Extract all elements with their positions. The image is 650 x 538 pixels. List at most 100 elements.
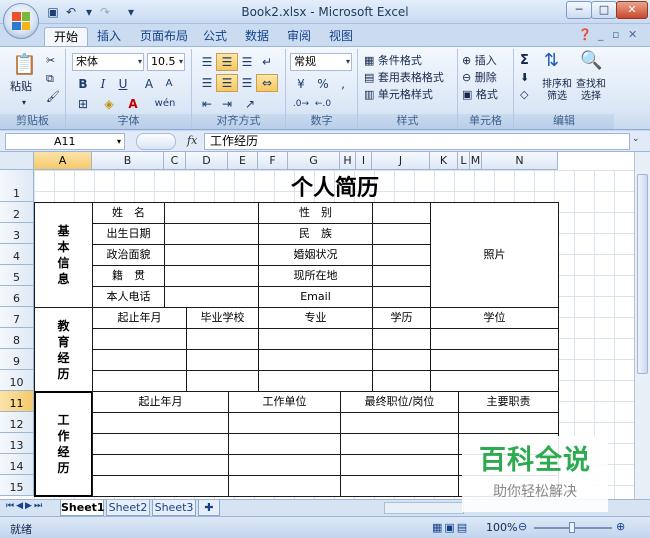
row-header-12[interactable]: 12: [0, 412, 34, 433]
work-company-cell[interactable]: [228, 475, 341, 497]
merge-center-icon[interactable]: ⇔: [256, 74, 278, 92]
edu-major-header[interactable]: 专业: [258, 307, 373, 329]
align-middle-icon[interactable]: ☰: [216, 53, 238, 71]
copy-icon[interactable]: ⧉: [46, 71, 54, 87]
work-company-cell[interactable]: [228, 433, 341, 455]
birth-label[interactable]: 出生日期: [92, 223, 165, 245]
fill-color-icon[interactable]: ◈: [98, 95, 120, 113]
education-header[interactable]: 教育经历: [34, 307, 93, 392]
formula-input[interactable]: 工作经历: [204, 133, 630, 150]
column-header-n[interactable]: N: [482, 152, 558, 170]
column-header-h[interactable]: H: [340, 152, 356, 170]
tab-insert[interactable]: 插入: [92, 27, 126, 46]
fill-icon[interactable]: ⬇: [520, 70, 529, 86]
tab-data[interactable]: 数据: [240, 27, 274, 46]
formula-cancel-enter-icon[interactable]: [136, 133, 176, 150]
location-value[interactable]: [372, 265, 431, 287]
row-header-15[interactable]: 15: [0, 475, 34, 496]
edu-period-cell[interactable]: [92, 328, 187, 350]
phone-value[interactable]: [164, 286, 259, 308]
office-button[interactable]: [3, 3, 39, 39]
edu-degree-cell[interactable]: [372, 349, 431, 371]
resume-title[interactable]: 个人简历: [235, 172, 435, 204]
row-header-13[interactable]: 13: [0, 433, 34, 454]
paste-dropdown-icon[interactable]: ▾: [22, 95, 26, 111]
paste-icon[interactable]: 📋: [12, 53, 37, 75]
row-header-2[interactable]: 2: [0, 202, 34, 223]
work-period-cell[interactable]: [92, 475, 229, 497]
email-value[interactable]: [372, 286, 431, 308]
decrease-decimal-icon[interactable]: ←.0: [312, 95, 334, 113]
edu-school-cell[interactable]: [186, 328, 259, 350]
edu-degree-header[interactable]: 学历: [372, 307, 431, 329]
wrap-text-icon[interactable]: ↵: [256, 53, 278, 71]
column-header-f[interactable]: F: [258, 152, 288, 170]
work-position-cell[interactable]: [340, 475, 459, 497]
zoom-slider-thumb[interactable]: [569, 522, 575, 533]
column-header-e[interactable]: E: [228, 152, 258, 170]
grow-font-button[interactable]: A: [138, 75, 160, 93]
sheet-tab-sheet3[interactable]: Sheet3: [152, 500, 196, 516]
vertical-scroll-thumb[interactable]: [637, 174, 648, 374]
name-box[interactable]: A11 ▾: [5, 133, 125, 150]
vertical-scrollbar[interactable]: [634, 152, 650, 499]
tab-formulas[interactable]: 公式: [198, 27, 232, 46]
view-buttons-icon[interactable]: ▦▣▤: [432, 521, 469, 534]
marital-label[interactable]: 婚姻状况: [258, 244, 373, 266]
format-cells-button[interactable]: ▣ 格式: [462, 87, 498, 103]
row-header-10[interactable]: 10: [0, 370, 34, 391]
name-label[interactable]: 姓 名: [92, 202, 165, 224]
workbook-close-icon[interactable]: ✕: [628, 28, 637, 41]
format-painter-icon[interactable]: 🖌: [46, 89, 60, 105]
clear-icon[interactable]: ◇: [520, 87, 528, 103]
font-size-select[interactable]: 10.5 ▾: [147, 53, 185, 71]
row-header-6[interactable]: 6: [0, 286, 34, 307]
minimize-button[interactable]: ─: [566, 1, 592, 19]
email-label[interactable]: Email: [258, 286, 373, 308]
phonetic-button[interactable]: wén: [150, 95, 180, 113]
align-center-icon[interactable]: ☰: [216, 74, 238, 92]
insert-sheet-icon[interactable]: ✚: [198, 500, 220, 516]
row-header-9[interactable]: 9: [0, 349, 34, 370]
name-value[interactable]: [164, 202, 259, 224]
work-period-cell[interactable]: [92, 433, 229, 455]
row-header-14[interactable]: 14: [0, 454, 34, 475]
column-header-k[interactable]: K: [430, 152, 458, 170]
sheet-tab-sheet2[interactable]: Sheet2: [106, 500, 150, 516]
edu-level-cell[interactable]: [430, 370, 559, 392]
work-period-cell[interactable]: [92, 412, 229, 434]
tab-home[interactable]: 开始: [44, 27, 88, 46]
row-header-8[interactable]: 8: [0, 328, 34, 349]
zoom-out-icon[interactable]: ⊖: [518, 520, 527, 533]
borders-icon[interactable]: ⊞: [72, 95, 94, 113]
align-bottom-icon[interactable]: ☰: [236, 53, 258, 71]
bold-button[interactable]: B: [72, 75, 94, 93]
ethnicity-label[interactable]: 民 族: [258, 223, 373, 245]
phone-label[interactable]: 本人电话: [92, 286, 165, 308]
decrease-indent-icon[interactable]: ⇤: [196, 95, 218, 113]
edu-level-cell[interactable]: [430, 328, 559, 350]
horizontal-scrollbar[interactable]: [384, 502, 464, 514]
column-header-j[interactable]: J: [372, 152, 430, 170]
location-label[interactable]: 现所在地: [258, 265, 373, 287]
work-company-header[interactable]: 工作单位: [228, 391, 341, 413]
percent-button[interactable]: %: [312, 75, 334, 93]
increase-indent-icon[interactable]: ⇥: [216, 95, 238, 113]
edu-school-cell[interactable]: [186, 370, 259, 392]
gender-value[interactable]: [372, 202, 431, 224]
orientation-icon[interactable]: ↗: [236, 95, 264, 113]
underline-button[interactable]: U: [112, 75, 134, 93]
help-icon[interactable]: ❓: [578, 28, 592, 41]
politics-label[interactable]: 政治面貌: [92, 244, 165, 266]
select-all-corner[interactable]: [0, 152, 34, 170]
tab-review[interactable]: 审阅: [282, 27, 316, 46]
work-duty-header[interactable]: 主要职责: [458, 391, 559, 413]
row-header-3[interactable]: 3: [0, 223, 34, 244]
work-position-cell[interactable]: [340, 433, 459, 455]
marital-value[interactable]: [372, 244, 431, 266]
photo-cell[interactable]: 照片: [430, 202, 559, 308]
sheet-nav-arrows-icon[interactable]: ⏮◀▶⏭: [6, 501, 44, 511]
increase-decimal-icon[interactable]: .0→: [290, 95, 312, 113]
work-position-cell[interactable]: [340, 412, 459, 434]
sort-filter-button[interactable]: 排序和 筛选: [542, 79, 572, 103]
